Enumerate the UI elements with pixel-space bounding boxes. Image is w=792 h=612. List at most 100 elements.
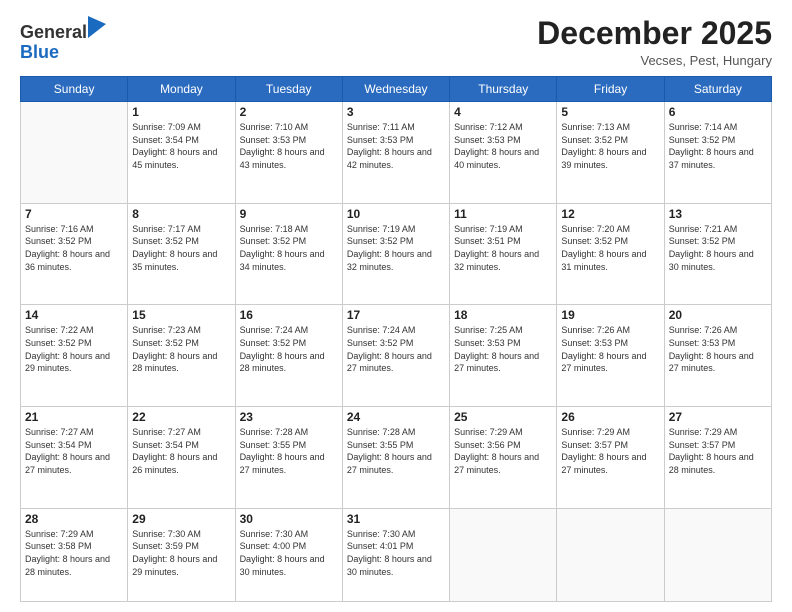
cell-info: Sunrise: 7:23 AMSunset: 3:52 PMDaylight:… xyxy=(132,324,230,374)
calendar-cell: 14 Sunrise: 7:22 AMSunset: 3:52 PMDayligh… xyxy=(21,305,128,407)
cell-info: Sunrise: 7:29 AMSunset: 3:56 PMDaylight:… xyxy=(454,426,552,476)
day-header-friday: Friday xyxy=(557,77,664,102)
cell-info: Sunrise: 7:24 AMSunset: 3:52 PMDaylight:… xyxy=(240,324,338,374)
calendar-cell: 17 Sunrise: 7:24 AMSunset: 3:52 PMDayligh… xyxy=(342,305,449,407)
cell-info: Sunrise: 7:12 AMSunset: 3:53 PMDaylight:… xyxy=(454,121,552,171)
page: General Blue December 2025 Vecses, Pest,… xyxy=(0,0,792,612)
calendar-cell: 15 Sunrise: 7:23 AMSunset: 3:52 PMDayligh… xyxy=(128,305,235,407)
calendar-cell: 18 Sunrise: 7:25 AMSunset: 3:53 PMDayligh… xyxy=(450,305,557,407)
day-number: 1 xyxy=(132,105,230,119)
day-number: 25 xyxy=(454,410,552,424)
calendar-cell xyxy=(557,508,664,601)
cell-info: Sunrise: 7:10 AMSunset: 3:53 PMDaylight:… xyxy=(240,121,338,171)
calendar-cell: 6Sunrise: 7:14 AMSunset: 3:52 PMDaylight… xyxy=(664,102,771,204)
cell-info: Sunrise: 7:30 AMSunset: 4:01 PMDaylight:… xyxy=(347,528,445,578)
day-header-wednesday: Wednesday xyxy=(342,77,449,102)
cell-info: Sunrise: 7:22 AMSunset: 3:52 PMDaylight:… xyxy=(25,324,123,374)
day-number: 18 xyxy=(454,308,552,322)
month-title: December 2025 xyxy=(537,16,772,51)
cell-info: Sunrise: 7:18 AMSunset: 3:52 PMDaylight:… xyxy=(240,223,338,273)
cell-info: Sunrise: 7:30 AMSunset: 4:00 PMDaylight:… xyxy=(240,528,338,578)
day-number: 15 xyxy=(132,308,230,322)
cell-info: Sunrise: 7:17 AMSunset: 3:52 PMDaylight:… xyxy=(132,223,230,273)
calendar-cell: 2 Sunrise: 7:10 AMSunset: 3:53 PMDaylight… xyxy=(235,102,342,204)
calendar-cell: 30Sunrise: 7:30 AMSunset: 4:00 PMDayligh… xyxy=(235,508,342,601)
calendar-cell: 1 Sunrise: 7:09 AMSunset: 3:54 PMDaylight… xyxy=(128,102,235,204)
cell-info: Sunrise: 7:30 AMSunset: 3:59 PMDaylight:… xyxy=(132,528,230,578)
day-number: 21 xyxy=(25,410,123,424)
cell-info: Sunrise: 7:27 AMSunset: 3:54 PMDaylight:… xyxy=(25,426,123,476)
day-number: 7 xyxy=(25,207,123,221)
calendar-cell: 16 Sunrise: 7:24 AMSunset: 3:52 PMDayligh… xyxy=(235,305,342,407)
day-header-monday: Monday xyxy=(128,77,235,102)
calendar-cell: 13 Sunrise: 7:21 AMSunset: 3:52 PMDayligh… xyxy=(664,203,771,305)
cell-info: Sunrise: 7:26 AMSunset: 3:53 PMDaylight:… xyxy=(561,324,659,374)
day-header-sunday: Sunday xyxy=(21,77,128,102)
day-number: 28 xyxy=(25,512,123,526)
week-row-2: 14 Sunrise: 7:22 AMSunset: 3:52 PMDayligh… xyxy=(21,305,772,407)
day-number: 6 xyxy=(669,105,767,119)
cell-info: Sunrise: 7:19 AMSunset: 3:51 PMDaylight:… xyxy=(454,223,552,273)
day-number: 23 xyxy=(240,410,338,424)
cell-info: Sunrise: 7:21 AMSunset: 3:52 PMDaylight:… xyxy=(669,223,767,273)
cell-info: Sunrise: 7:28 AMSunset: 3:55 PMDaylight:… xyxy=(347,426,445,476)
week-row-4: 28 Sunrise: 7:29 AMSunset: 3:58 PMDayligh… xyxy=(21,508,772,601)
day-number: 17 xyxy=(347,308,445,322)
title-block: December 2025 Vecses, Pest, Hungary xyxy=(537,16,772,68)
calendar-cell: 24 Sunrise: 7:28 AMSunset: 3:55 PMDayligh… xyxy=(342,407,449,509)
logo-blue: Blue xyxy=(20,42,59,62)
day-number: 8 xyxy=(132,207,230,221)
calendar-cell: 9 Sunrise: 7:18 AMSunset: 3:52 PMDaylight… xyxy=(235,203,342,305)
day-number: 14 xyxy=(25,308,123,322)
days-header-row: SundayMondayTuesdayWednesdayThursdayFrid… xyxy=(21,77,772,102)
cell-info: Sunrise: 7:26 AMSunset: 3:53 PMDaylight:… xyxy=(669,324,767,374)
day-number: 2 xyxy=(240,105,338,119)
day-number: 16 xyxy=(240,308,338,322)
calendar-cell: 31Sunrise: 7:30 AMSunset: 4:01 PMDayligh… xyxy=(342,508,449,601)
cell-info: Sunrise: 7:16 AMSunset: 3:52 PMDaylight:… xyxy=(25,223,123,273)
calendar-cell: 4 Sunrise: 7:12 AMSunset: 3:53 PMDaylight… xyxy=(450,102,557,204)
day-header-thursday: Thursday xyxy=(450,77,557,102)
cell-info: Sunrise: 7:28 AMSunset: 3:55 PMDaylight:… xyxy=(240,426,338,476)
calendar-cell: 20 Sunrise: 7:26 AMSunset: 3:53 PMDayligh… xyxy=(664,305,771,407)
day-number: 5 xyxy=(561,105,659,119)
calendar-cell: 21 Sunrise: 7:27 AMSunset: 3:54 PMDayligh… xyxy=(21,407,128,509)
cell-info: Sunrise: 7:29 AMSunset: 3:58 PMDaylight:… xyxy=(25,528,123,578)
logo-general: General xyxy=(20,22,87,42)
day-header-saturday: Saturday xyxy=(664,77,771,102)
logo-icon xyxy=(88,16,106,38)
calendar-cell: 19 Sunrise: 7:26 AMSunset: 3:53 PMDayligh… xyxy=(557,305,664,407)
week-row-1: 7 Sunrise: 7:16 AMSunset: 3:52 PMDaylight… xyxy=(21,203,772,305)
day-number: 19 xyxy=(561,308,659,322)
calendar-cell xyxy=(21,102,128,204)
day-number: 10 xyxy=(347,207,445,221)
calendar-cell: 7 Sunrise: 7:16 AMSunset: 3:52 PMDaylight… xyxy=(21,203,128,305)
day-number: 13 xyxy=(669,207,767,221)
day-number: 11 xyxy=(454,207,552,221)
day-number: 20 xyxy=(669,308,767,322)
day-number: 27 xyxy=(669,410,767,424)
calendar-cell: 22Sunrise: 7:27 AMSunset: 3:54 PMDayligh… xyxy=(128,407,235,509)
day-number: 24 xyxy=(347,410,445,424)
day-number: 22 xyxy=(132,410,230,424)
week-row-0: 1 Sunrise: 7:09 AMSunset: 3:54 PMDaylight… xyxy=(21,102,772,204)
calendar-table: SundayMondayTuesdayWednesdayThursdayFrid… xyxy=(20,76,772,602)
cell-info: Sunrise: 7:24 AMSunset: 3:52 PMDaylight:… xyxy=(347,324,445,374)
cell-info: Sunrise: 7:29 AMSunset: 3:57 PMDaylight:… xyxy=(561,426,659,476)
cell-info: Sunrise: 7:09 AMSunset: 3:54 PMDaylight:… xyxy=(132,121,230,171)
cell-info: Sunrise: 7:29 AMSunset: 3:57 PMDaylight:… xyxy=(669,426,767,476)
calendar-cell: 28 Sunrise: 7:29 AMSunset: 3:58 PMDayligh… xyxy=(21,508,128,601)
calendar-cell: 8 Sunrise: 7:17 AMSunset: 3:52 PMDaylight… xyxy=(128,203,235,305)
calendar-cell: 25 Sunrise: 7:29 AMSunset: 3:56 PMDayligh… xyxy=(450,407,557,509)
week-row-3: 21 Sunrise: 7:27 AMSunset: 3:54 PMDayligh… xyxy=(21,407,772,509)
calendar-cell: 27 Sunrise: 7:29 AMSunset: 3:57 PMDayligh… xyxy=(664,407,771,509)
day-number: 4 xyxy=(454,105,552,119)
day-number: 3 xyxy=(347,105,445,119)
calendar-cell: 5Sunrise: 7:13 AMSunset: 3:52 PMDaylight… xyxy=(557,102,664,204)
day-number: 9 xyxy=(240,207,338,221)
day-header-tuesday: Tuesday xyxy=(235,77,342,102)
calendar-cell: 29Sunrise: 7:30 AMSunset: 3:59 PMDayligh… xyxy=(128,508,235,601)
calendar-cell xyxy=(664,508,771,601)
calendar-cell: 12Sunrise: 7:20 AMSunset: 3:52 PMDayligh… xyxy=(557,203,664,305)
cell-info: Sunrise: 7:25 AMSunset: 3:53 PMDaylight:… xyxy=(454,324,552,374)
